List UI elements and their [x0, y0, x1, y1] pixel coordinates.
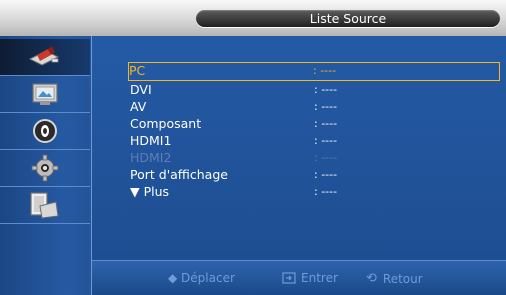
sound-icon [33, 119, 57, 143]
source-label: AV [130, 99, 147, 114]
source-value: : ---- [313, 64, 337, 77]
setup-icon [31, 154, 59, 182]
source-item-hdmi2: HDMI2 : ---- [130, 149, 502, 166]
sound-menu-tab[interactable] [0, 113, 90, 150]
source-value: : ---- [314, 83, 338, 96]
source-label: HDMI1 [130, 133, 172, 148]
enter-icon [282, 272, 296, 284]
move-hint: ◆ Déplacer [168, 271, 235, 285]
source-value: : ---- [314, 134, 338, 147]
source-label: PC [129, 63, 146, 78]
picture-menu-tab[interactable] [0, 76, 90, 113]
move-hint-label: ◆ Déplacer [168, 271, 235, 285]
source-item-displayport[interactable]: Port d'affichage : ---- [130, 166, 502, 183]
source-value: : ---- [314, 117, 338, 130]
menu-title: Liste Source [196, 10, 500, 27]
source-value: : ---- [314, 168, 338, 181]
title-bar: Liste Source [0, 0, 506, 37]
source-label: ▼ Plus [130, 184, 170, 199]
return-icon: ⟲ [366, 271, 377, 286]
source-value: : ---- [314, 151, 338, 164]
input-icon [28, 46, 60, 66]
setup-menu-tab[interactable] [0, 150, 90, 187]
source-label: HDMI2 [130, 150, 172, 165]
source-item-composant[interactable]: Composant : ---- [130, 115, 502, 132]
multi-control-icon [30, 192, 59, 219]
osd-menu: Liste Source PC: ---- DVI: ---- AV: -… [0, 0, 506, 295]
icon-rail [0, 36, 92, 295]
source-label: Composant [130, 116, 202, 131]
source-item-hdmi1[interactable]: HDMI1 : ---- [130, 132, 502, 149]
multi-control-menu-tab[interactable] [0, 187, 90, 224]
source-label: Port d'affichage [130, 167, 228, 182]
source-label: DVI [130, 82, 152, 97]
enter-hint-label: Entrer [301, 271, 338, 285]
source-value: : ---- [314, 185, 338, 198]
input-menu-tab[interactable] [0, 39, 90, 76]
source-list: PC : ---- DVI : ---- AV : ---- Composant… [128, 62, 502, 200]
source-item-av[interactable]: AV : ---- [130, 98, 502, 115]
source-list-panel: PC : ---- DVI : ---- AV : ---- Composant… [92, 36, 506, 260]
back-hint: ⟲ Retour [366, 271, 423, 286]
navigation-hints: ◆ Déplacer Entrer ⟲ Retour [92, 260, 506, 295]
picture-icon [32, 83, 58, 105]
source-item-pc[interactable]: PC : ---- [128, 62, 500, 81]
back-hint-label: Retour [382, 271, 423, 286]
source-value: : ---- [314, 100, 338, 113]
enter-hint: Entrer [282, 271, 338, 285]
source-item-dvi[interactable]: DVI : ---- [130, 81, 502, 98]
source-item-more[interactable]: ▼ Plus : ---- [130, 183, 502, 200]
